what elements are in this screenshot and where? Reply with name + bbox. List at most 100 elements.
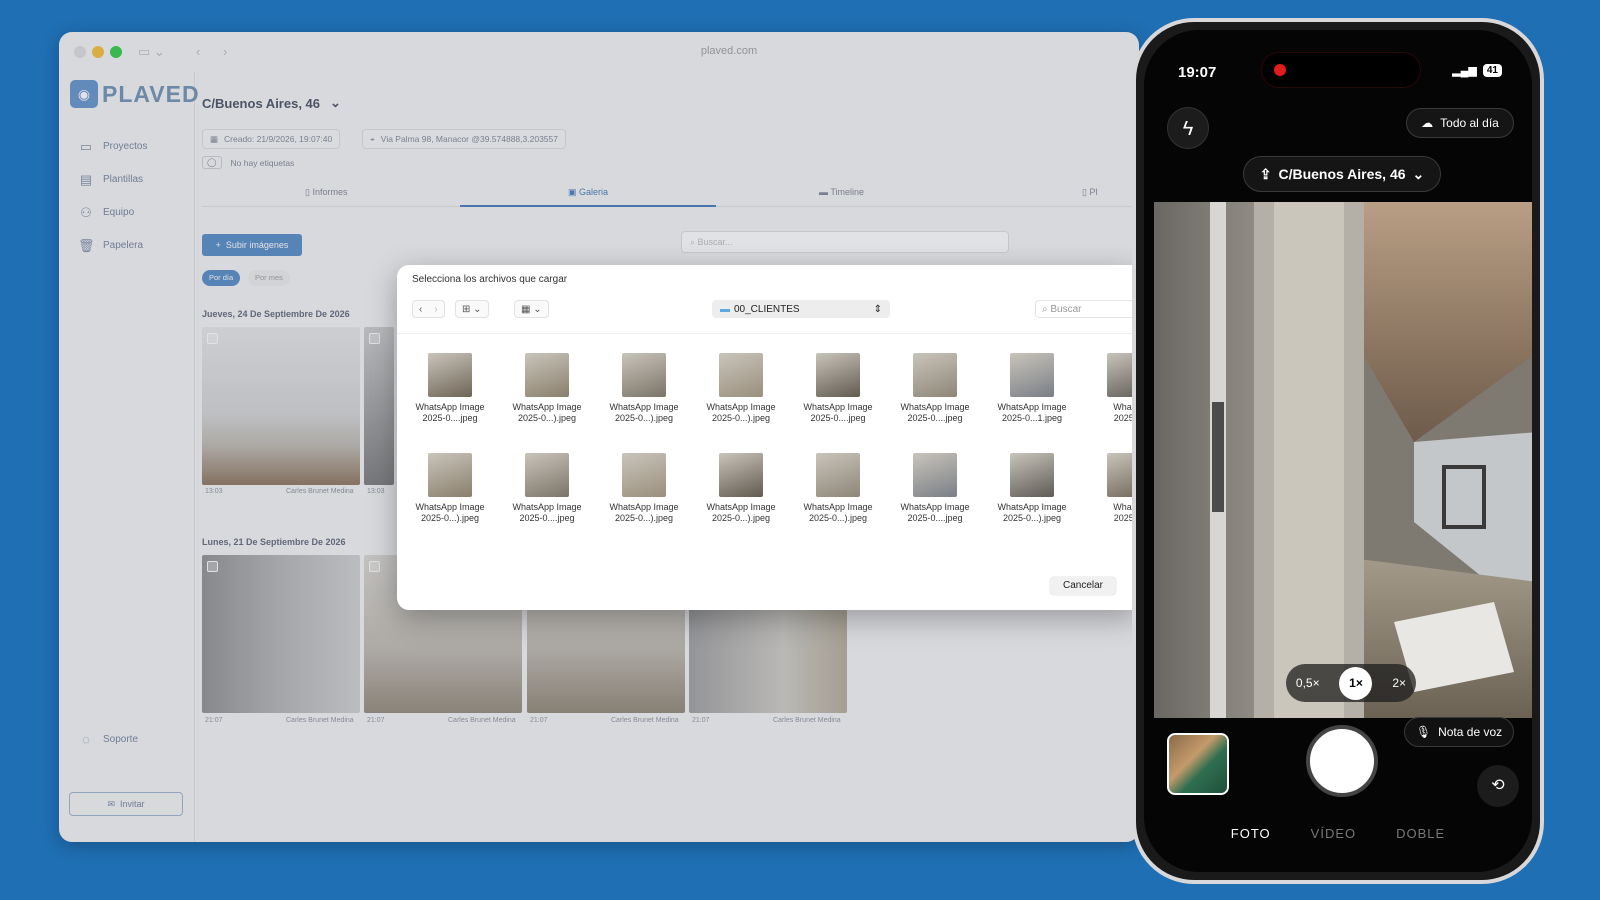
file-item[interactable]: WhatsApp Image 2025-0....jpeg <box>890 353 980 424</box>
mode-doble[interactable]: DOBLE <box>1396 826 1445 841</box>
file-name-line1: WhatsA <box>1113 502 1137 512</box>
mode-video[interactable]: VÍDEO <box>1311 826 1356 841</box>
file-item[interactable]: WhatsApp Image 2025-0....jpeg <box>890 453 980 524</box>
battery-icon: 41 <box>1482 64 1502 77</box>
file-thumbnail <box>913 453 957 497</box>
shutter-button[interactable] <box>1306 725 1378 797</box>
search-placeholder: Buscar <box>1050 304 1082 315</box>
file-item[interactable]: WhatsApp Image 2025-0....jpeg <box>502 453 592 524</box>
file-item[interactable]: WhatsApp Image 2025-0...).jpeg <box>987 453 1077 524</box>
file-name-line2: 2025-0....jpeg <box>810 413 866 423</box>
divider <box>397 333 1137 334</box>
file-name-line1: WhatsApp Image <box>512 402 582 412</box>
file-thumbnail <box>1010 453 1054 497</box>
file-name-line1: WhatsApp Image <box>803 502 873 512</box>
sync-status-button[interactable]: ☁ Todo al día <box>1406 108 1514 138</box>
phone-frame: 19:07 ▂▄▆ 41 ϟ ☁ Todo al día ⇪ C/Buenos Air… <box>1132 18 1544 884</box>
file-name-line2: 2025-0...).jpeg <box>711 413 771 423</box>
file-name-line1: WhatsApp Image <box>609 402 679 412</box>
file-thumbnail <box>428 453 472 497</box>
file-item[interactable]: WhatsApp Image 2025-0...).jpeg <box>599 453 689 524</box>
file-item[interactable]: WhatsApp Image 2025-0....jpeg <box>793 353 883 424</box>
file-name-line2: 2025-0...).jpeg <box>517 413 577 423</box>
file-name-line1: WhatsApp Image <box>997 502 1067 512</box>
project-label: C/Buenos Aires, 46 <box>1278 166 1406 182</box>
file-name-line1: WhatsApp Image <box>706 502 776 512</box>
file-thumbnail <box>719 453 763 497</box>
file-picker-dialog: Selecciona los archivos que cargar ‹ › ⊞… <box>397 265 1137 610</box>
file-item[interactable]: WhatsApp Image 2025-0...).jpeg <box>793 453 883 524</box>
file-thumbnail <box>525 453 569 497</box>
nav-buttons: ‹ › <box>412 300 445 318</box>
file-name-line1: WhatsApp Image <box>609 502 679 512</box>
grid-icon: ⊞ ⌄ <box>455 300 489 318</box>
file-name-line2: 2025-0...).jpeg <box>1002 513 1062 523</box>
folder-icon: ▬ <box>720 303 730 315</box>
sync-label: Todo al día <box>1440 116 1499 130</box>
file-item[interactable]: WhatsApp Image 2025-0...).jpeg <box>696 353 786 424</box>
file-name-line2: 2025-0...1.jpeg <box>1001 413 1063 423</box>
updown-icon: ⇕ <box>873 303 882 315</box>
camera-flip-icon[interactable]: ⟲ <box>1477 765 1519 807</box>
last-photo-thumbnail[interactable] <box>1167 733 1229 795</box>
file-name-line2: 2025-0....jpeg <box>519 513 575 523</box>
file-item[interactable]: WhatsApp Image 2025-0...1.jpeg <box>987 353 1077 424</box>
view-mode-button[interactable]: ⊞ ⌄ <box>455 300 489 318</box>
file-item[interactable]: WhatsApp Image 2025-0....jpeg <box>405 353 495 424</box>
viewfinder-image <box>1154 202 1532 718</box>
project-selector[interactable]: ⇪ C/Buenos Aires, 46 ⌄ <box>1243 156 1441 192</box>
file-name-line1: WhatsA <box>1113 402 1137 412</box>
file-thumbnail <box>816 353 860 397</box>
back-forward-button[interactable]: ‹ › <box>412 300 445 318</box>
zoom-0-5x[interactable]: 0,5× <box>1296 676 1320 690</box>
camera-viewfinder[interactable] <box>1154 202 1532 718</box>
file-thumbnail <box>428 353 472 397</box>
file-name-line1: WhatsApp Image <box>512 502 582 512</box>
chevron-down-icon: ⌄ <box>1412 165 1425 182</box>
file-name-line2: 2025-0...).jpeg <box>614 413 674 423</box>
file-thumbnail <box>913 353 957 397</box>
file-name-line2: 2025-0...).jpeg <box>808 513 868 523</box>
group-icon: ▦ ⌄ <box>514 300 549 318</box>
voice-label: Nota de voz <box>1438 725 1503 739</box>
file-name-line1: WhatsApp Image <box>900 402 970 412</box>
signal-icon: ▂▄▆ <box>1452 65 1477 77</box>
file-name-line1: WhatsApp Image <box>415 502 485 512</box>
file-name-line1: WhatsApp Image <box>706 402 776 412</box>
file-name-line2: 2025-0...).jpeg <box>614 513 674 523</box>
file-name-line2: 2025-0....jpeg <box>907 413 963 423</box>
file-name-line1: WhatsApp Image <box>900 502 970 512</box>
file-item[interactable]: WhatsA2025-0. <box>1084 353 1137 424</box>
flash-off-icon[interactable]: ϟ <box>1167 107 1209 149</box>
status-time: 19:07 <box>1178 64 1217 81</box>
file-name-line2: 2025-0...).jpeg <box>711 513 771 523</box>
file-item[interactable]: WhatsA2025-0. <box>1084 453 1137 524</box>
file-item[interactable]: WhatsApp Image 2025-0...).jpeg <box>599 353 689 424</box>
zoom-selector: 0,5× 1× 2× <box>1286 664 1416 702</box>
camera-screen: 19:07 ▂▄▆ 41 ϟ ☁ Todo al día ⇪ C/Buenos Air… <box>1144 30 1532 872</box>
voice-note-button[interactable]: 🎙 Nota de voz <box>1404 717 1514 747</box>
file-thumbnail <box>719 353 763 397</box>
file-name-line2: 2025-0....jpeg <box>422 413 478 423</box>
file-name-line1: WhatsApp Image <box>415 402 485 412</box>
group-by-button[interactable]: ▦ ⌄ <box>514 300 549 318</box>
recording-icon <box>1274 64 1286 76</box>
file-item[interactable]: WhatsApp Image 2025-0...).jpeg <box>502 353 592 424</box>
zoom-2x[interactable]: 2× <box>1392 676 1406 690</box>
dialog-search-input[interactable]: ⌕ Buscar <box>1035 300 1135 318</box>
file-thumbnail <box>1010 353 1054 397</box>
mic-icon: 🎙 <box>1415 725 1432 739</box>
file-item[interactable]: WhatsApp Image 2025-0...).jpeg <box>696 453 786 524</box>
file-name-line2: 2025-0....jpeg <box>907 513 963 523</box>
file-item[interactable]: WhatsApp Image 2025-0...).jpeg <box>405 453 495 524</box>
folder-selector[interactable]: ▬ 00_CLIENTES ⇕ <box>712 300 890 318</box>
file-name-line1: WhatsApp Image <box>997 402 1067 412</box>
file-name-line2: 2025-0...).jpeg <box>420 513 480 523</box>
cancel-button[interactable]: Cancelar <box>1050 577 1116 595</box>
zoom-1x[interactable]: 1× <box>1339 666 1373 700</box>
mode-foto[interactable]: FOTO <box>1231 826 1271 841</box>
camera-modes: FOTO VÍDEO DOBLE <box>1144 826 1532 841</box>
upload-icon: ⇪ <box>1259 165 1272 182</box>
file-thumbnail <box>622 453 666 497</box>
file-thumbnail <box>816 453 860 497</box>
